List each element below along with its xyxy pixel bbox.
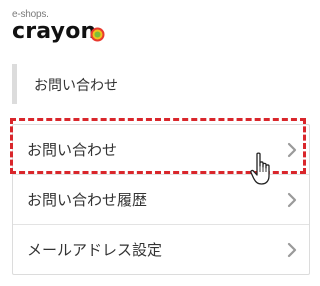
section-title: お問い合わせ — [34, 78, 118, 94]
chevron-right-icon — [287, 142, 297, 158]
section-header: お問い合わせ — [12, 64, 308, 104]
section-accent-bar — [12, 64, 17, 104]
menu-item-label: お問い合わせ — [27, 141, 118, 159]
logo-wordmark: crayon — [12, 19, 97, 44]
chevron-right-icon — [287, 242, 297, 258]
menu-item-label: お問い合わせ履歴 — [27, 191, 148, 209]
menu-item-email-settings[interactable]: メールアドレス設定 — [13, 225, 309, 274]
brand-logo: e-shops. crayon — [12, 9, 132, 45]
chevron-right-icon — [287, 192, 297, 208]
logo-crayon-dot-icon — [90, 27, 105, 42]
menu-item-label: メールアドレス設定 — [27, 241, 163, 259]
hand-pointer-icon — [250, 152, 270, 185]
menu-list: お問い合わせ お問い合わせ履歴 メールアドレス設定 — [12, 124, 310, 275]
